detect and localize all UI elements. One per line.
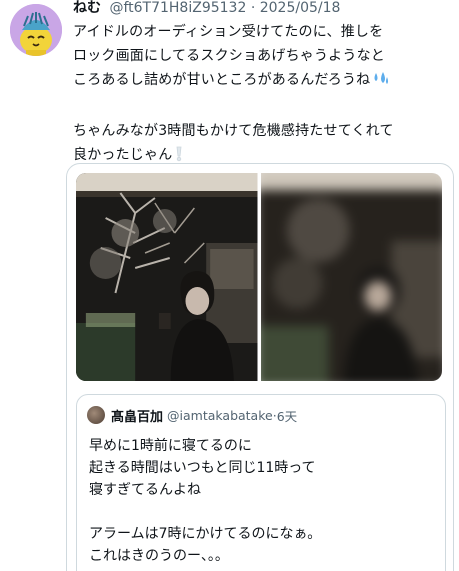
embedded-text-line: これはきのうのー、。。 [89, 548, 229, 564]
embedded-text-line: 寝すぎてるんよね [89, 482, 201, 498]
author-display-name[interactable]: ねむ [73, 0, 101, 16]
photo-1[interactable] [76, 173, 258, 381]
embedded-tweet-header: 髙畠百加 @iamtakabatake · 6天 [87, 405, 297, 425]
embedded-tweet[interactable]: 髙畠百加 @iamtakabatake · 6天 早めに1時前に寝てるのに 起き… [76, 394, 446, 571]
photo-grid [76, 173, 442, 381]
tweet-date[interactable]: 2025/05/18 [260, 0, 341, 16]
photo-2[interactable] [260, 173, 442, 381]
tweet-text-line: ロック画面にしてるスクショあげちゃうようなと [73, 48, 385, 64]
tweet-text-line: ころあるし詰めが甘いところがあるんだろうね [73, 68, 453, 95]
author-handle[interactable]: @ft6T71H8iZ95132 [109, 0, 246, 16]
quoted-card[interactable]: 髙畠百加 @iamtakabatake · 6天 早めに1時前に寝てるのに 起き… [66, 163, 454, 571]
sweat-droplets-emoji [372, 71, 390, 95]
embedded-tweet-text: 早めに1時前に寝てるのに 起きる時間はいつもと同じ11時って 寝すぎてるんよね … [89, 435, 439, 567]
embedded-text-line: 起きる時間はいつもと同じ11時って [89, 460, 316, 476]
embedded-author-handle[interactable]: @iamtakabatake [167, 408, 273, 423]
photo-person-night-trees-blurred [260, 173, 442, 381]
tweet[interactable]: ねむ @ft6T71H8iZ95132 · 2025/05/18 アイドルのオー… [0, 0, 459, 571]
yellow-character-avatar-icon [10, 4, 62, 56]
embedded-text-line: 早めに1時前に寝てるのに [89, 438, 252, 454]
tweet-text: アイドルのオーディション受けてたのに、推しを ロック画面にしてるスクショあげちゃ… [73, 20, 453, 170]
header-separator: · [250, 0, 256, 16]
tweet-text-line: アイドルのオーディション受けてたのに、推しを [73, 24, 384, 40]
tweet-text-line-content: ころあるし詰めが甘いところがあるんだろうね [73, 72, 371, 88]
author-avatar[interactable] [10, 4, 62, 56]
photo-person-night-trees [76, 173, 258, 381]
embedded-author-name[interactable]: 髙畠百加 [111, 406, 163, 425]
embedded-author-avatar[interactable] [87, 406, 105, 424]
embedded-tweet-time[interactable]: 6天 [277, 406, 297, 425]
tweet-text-line: ちゃんみなが3時間もかけて危機感持たせてくれて [73, 123, 394, 139]
tweet-header: ねむ @ft6T71H8iZ95132 · 2025/05/18 [73, 0, 340, 19]
tweet-text-line-content: 良かったじゃん [73, 147, 173, 163]
embedded-text-line: アラームは7時にかけてるのになぁ。 [89, 526, 322, 542]
